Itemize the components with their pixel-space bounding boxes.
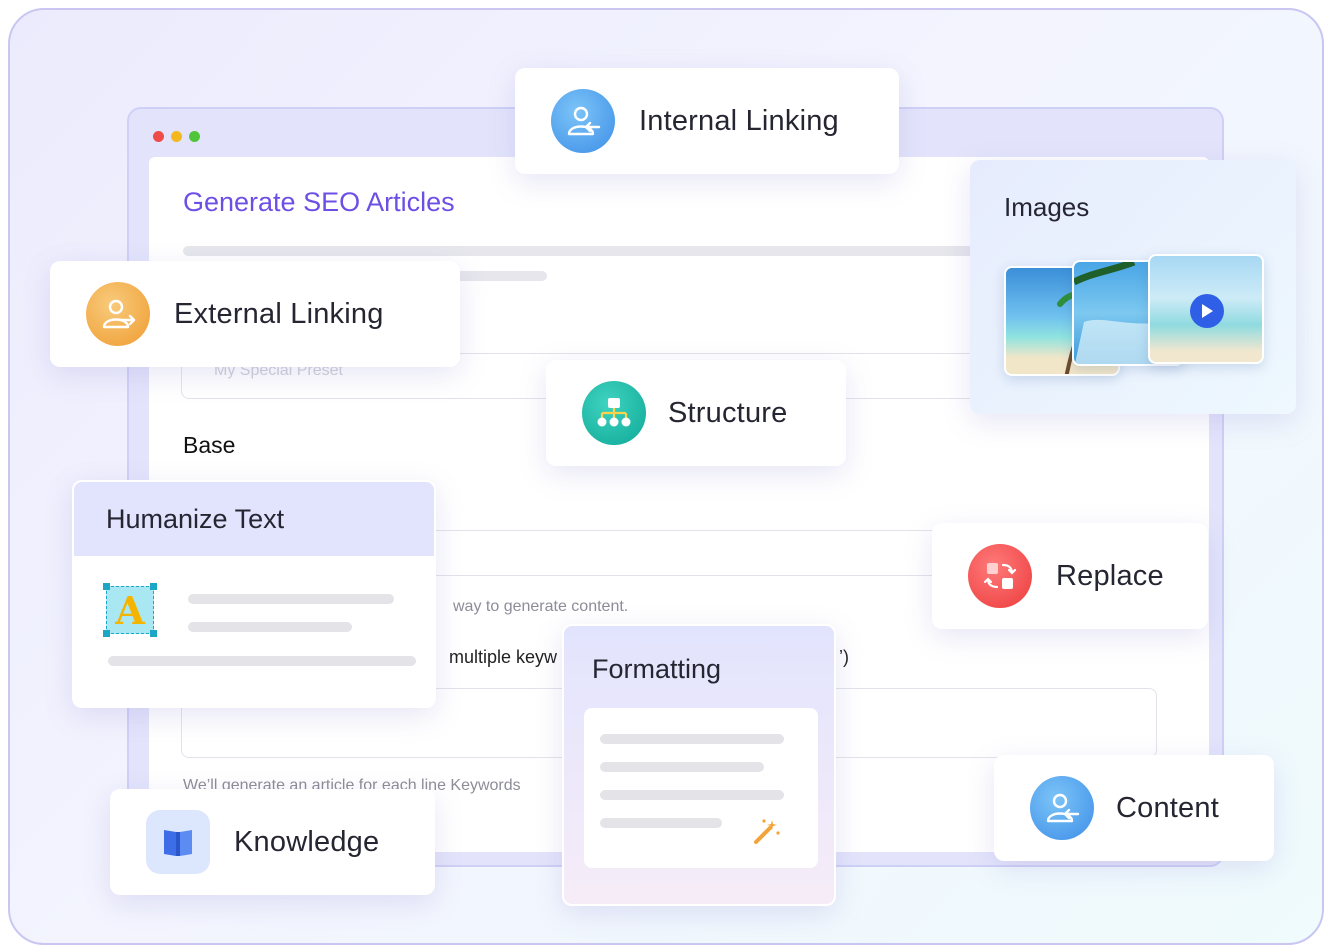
skeleton-line: [183, 246, 1003, 256]
skeleton-line: [188, 594, 394, 604]
humanize-text-label: Humanize Text: [74, 482, 434, 556]
images-card[interactable]: Images: [970, 160, 1296, 414]
shore-photo: [1148, 254, 1264, 364]
skeleton-line: [600, 790, 784, 800]
window-controls: [153, 131, 200, 142]
keywords-label-end: ’): [839, 647, 849, 667]
minimize-dot[interactable]: [171, 131, 182, 142]
internal-linking-card[interactable]: Internal Linking: [515, 68, 899, 174]
user-arrow-right-icon: [86, 282, 150, 346]
internal-linking-label: Internal Linking: [639, 104, 839, 137]
structure-label: Structure: [668, 396, 788, 429]
swap-icon: [968, 544, 1032, 608]
user-arrow-left-icon: [1030, 776, 1094, 840]
skeleton-line: [600, 734, 784, 744]
user-arrow-left-icon: [551, 89, 615, 153]
external-linking-card[interactable]: External Linking: [50, 261, 460, 367]
knowledge-card[interactable]: Knowledge: [110, 789, 435, 895]
book-icon: [146, 810, 210, 874]
skeleton-line: [600, 762, 764, 772]
structure-card[interactable]: Structure: [546, 360, 846, 466]
replace-card[interactable]: Replace: [932, 523, 1208, 629]
magic-wand-icon: [754, 819, 780, 844]
play-icon[interactable]: [1190, 294, 1224, 328]
close-dot[interactable]: [153, 131, 164, 142]
generate-hint: way to generate content.: [453, 598, 629, 615]
sitemap-icon: [582, 381, 646, 445]
illustration-frame: Generate SEO Articles My Special Preset …: [8, 8, 1324, 945]
external-linking-label: External Linking: [174, 297, 384, 330]
skeleton-line: [600, 818, 722, 828]
page-title: Generate SEO Articles: [183, 187, 455, 217]
knowledge-label: Knowledge: [234, 825, 380, 858]
formatting-card[interactable]: Formatting: [562, 624, 836, 906]
images-label: Images: [1004, 192, 1090, 222]
skeleton-line: [108, 656, 416, 666]
content-label: Content: [1116, 791, 1219, 824]
humanize-text-card[interactable]: Humanize Text A: [72, 480, 436, 708]
maximize-dot[interactable]: [189, 131, 200, 142]
formatting-preview: [584, 708, 818, 868]
keywords-label: multiple keyw: [449, 647, 558, 667]
replace-label: Replace: [1056, 559, 1164, 592]
text-glyph-icon: A: [103, 583, 157, 637]
section-base-label: Base: [183, 432, 236, 458]
content-card[interactable]: Content: [994, 755, 1274, 861]
formatting-label: Formatting: [592, 654, 722, 684]
skeleton-line: [188, 622, 352, 632]
